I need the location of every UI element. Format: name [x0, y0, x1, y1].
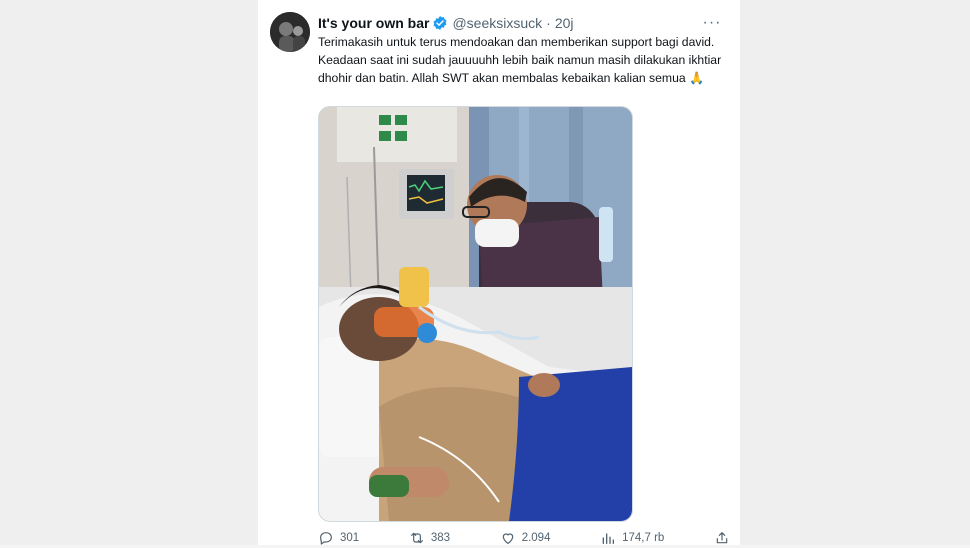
- tweet-text: Terimakasih untuk terus mendoakan dan me…: [318, 33, 730, 87]
- heart-icon: [502, 533, 513, 544]
- views-action[interactable]: 174,7 rb: [600, 530, 664, 546]
- reply-action[interactable]: 301: [318, 530, 359, 546]
- tweet-header: It's your own bar @seeksixsuck · 20j ···: [318, 13, 728, 33]
- views-count: 174,7 rb: [622, 532, 665, 544]
- retweet-action[interactable]: 383: [409, 530, 450, 546]
- separator-dot: ·: [546, 15, 551, 31]
- reply-count: 301: [340, 532, 360, 544]
- tweet-text-line: Terimakasih untuk terus mendoakan dan me…: [318, 35, 715, 49]
- more-options-icon[interactable]: ···: [700, 11, 724, 35]
- reply-icon: [320, 532, 332, 545]
- avatar-image: [270, 12, 310, 52]
- tweet-card[interactable]: It's your own bar @seeksixsuck · 20j ···…: [258, 0, 740, 545]
- tweet-actions: 301 383 2.094 174,7 rb: [318, 528, 730, 548]
- hospital-photo-image: [319, 107, 632, 521]
- user-handle[interactable]: @seeksixsuck: [452, 15, 542, 31]
- retweet-icon: [410, 532, 423, 544]
- views-chart-icon: [602, 533, 615, 544]
- tweet-timestamp[interactable]: 20j: [555, 15, 574, 31]
- like-action[interactable]: 2.094: [500, 530, 551, 546]
- background-left: [0, 0, 258, 545]
- share-action[interactable]: [714, 530, 730, 546]
- verified-badge-icon: [432, 15, 448, 31]
- tweet-text-line: Keadaan saat ini sudah jauuuuhh lebih ba…: [318, 53, 722, 85]
- display-name[interactable]: It's your own bar: [318, 15, 429, 31]
- like-count: 2.094: [521, 532, 551, 544]
- background-right: [740, 0, 970, 545]
- avatar[interactable]: [270, 12, 310, 52]
- retweet-count: 383: [430, 532, 451, 544]
- tweet-photo[interactable]: [318, 106, 633, 522]
- share-icon: [716, 532, 728, 544]
